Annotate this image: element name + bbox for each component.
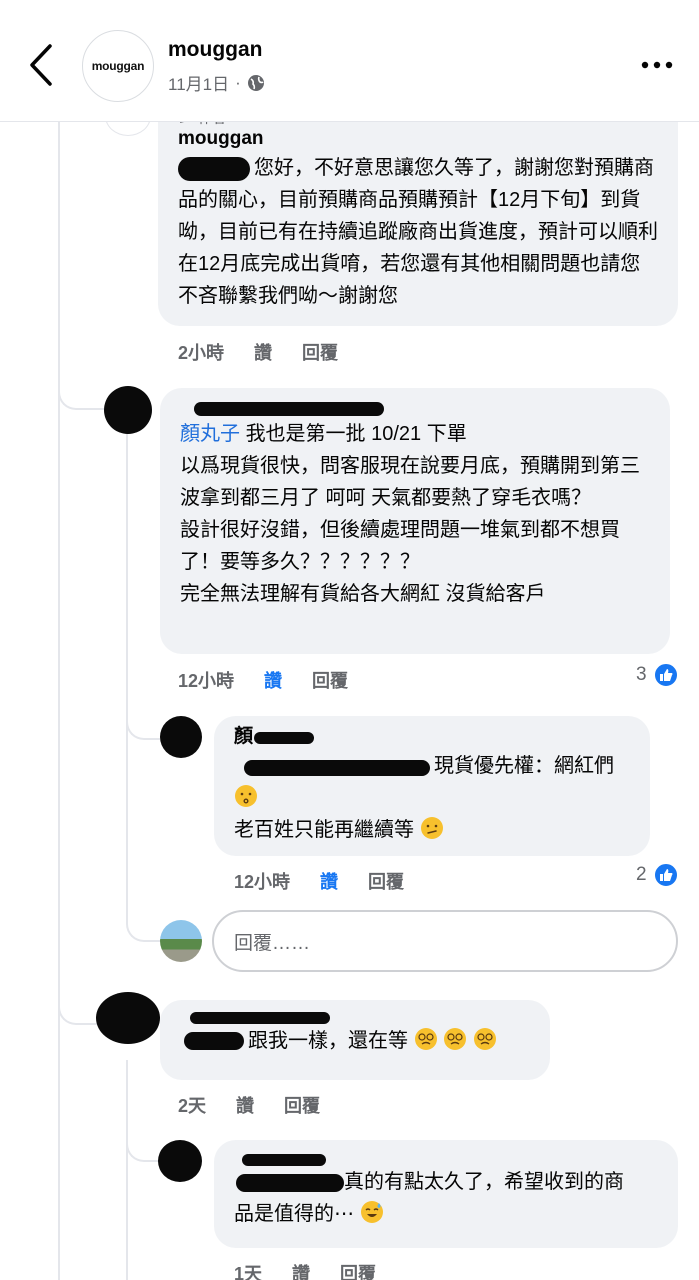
comment-text: 您好，不好意思讓您久等了，謝謝您對預購商品的關心，目前預購商品預購預計【12月下… (178, 157, 658, 307)
redacted-mention (178, 156, 250, 181)
comment-text-line1: 我也是第一批 10/21 下單 (245, 423, 467, 445)
reaction-count: 3 (636, 664, 647, 685)
logo-text: mouggan (91, 59, 145, 73)
meta-separator: · (235, 72, 241, 92)
comment-bubble: 作者 mouggan 您好，不好意思讓您久等了，謝謝您對預購商品的關心，目前預購… (158, 100, 678, 326)
redaction-mark (242, 1154, 326, 1166)
comment-text: 跟我一樣，還在等 (248, 1030, 408, 1052)
page-logo-avatar[interactable]: mouggan (82, 30, 154, 102)
comment-text-line1: 真的有點太久了，希望收到的商 (344, 1171, 624, 1193)
comment-time[interactable]: 12小時 (178, 667, 234, 693)
dizzy-face-emoji-icon (414, 1028, 437, 1050)
thumbs-up-icon (652, 862, 679, 888)
comment-text-wrap: 您好，不好意思讓您久等了，謝謝您對預購商品的關心，目前預購商品預購預計【12月下… (178, 152, 660, 312)
globe-icon (247, 74, 264, 91)
back-arrow-icon[interactable] (22, 40, 62, 90)
dizzy-face-emoji-icon (444, 1028, 467, 1050)
comment-actions: 1天 讚 回覆 (234, 1260, 376, 1280)
thread-line-main (58, 122, 60, 1280)
confused-face-emoji-icon (420, 817, 443, 839)
thread-connector (126, 1130, 160, 1162)
comment-text: 以爲現貨很快，問客服現在說要月底，預購開到第三波拿到都三月了 呵呵 天氣都要熱了… (180, 455, 640, 605)
redaction-mark (254, 732, 314, 744)
avatar-redacted[interactable] (96, 992, 160, 1044)
thread-connector (126, 700, 160, 740)
comment-actions: 2小時 讚 回覆 (178, 339, 338, 365)
comment-text-line2: 品是值得的⋯ (234, 1203, 354, 1225)
comment-bubble: 顏丸子 我也是第一批 10/21 下單 以爲現貨很快，問客服現在說要月底，預購開… (160, 388, 670, 654)
comment-actions: 2天 讚 回覆 (178, 1092, 320, 1118)
author-partial-name[interactable]: 顏 (234, 726, 253, 747)
redaction-mark (194, 402, 384, 416)
post-meta: 11月1日 · (168, 70, 265, 95)
thread-connector (58, 985, 100, 1025)
redacted-author (180, 1008, 532, 1024)
post-header: mouggan mouggan 11月1日 · (0, 0, 699, 122)
redaction-mark (244, 760, 430, 776)
post-date[interactable]: 11月1日 (168, 70, 229, 95)
reply-button[interactable]: 回覆 (340, 1260, 376, 1280)
reaction-count: 2 (636, 864, 647, 885)
avatar-redacted[interactable] (104, 386, 152, 434)
reply-button[interactable]: 回覆 (368, 868, 404, 894)
reaction-summary[interactable]: 3 (636, 662, 679, 688)
avatar-redacted[interactable] (160, 716, 202, 758)
thread-connector (58, 370, 108, 410)
mention-link[interactable]: 顏丸子 (180, 423, 240, 445)
reply-button[interactable]: 回覆 (312, 667, 348, 693)
like-button[interactable]: 讚 (236, 1092, 254, 1118)
reaction-summary[interactable]: 2 (636, 862, 679, 888)
thumbs-up-icon (652, 662, 679, 688)
comment-time[interactable]: 12小時 (234, 868, 290, 894)
like-button[interactable]: 讚 (320, 868, 338, 894)
redaction-mark (184, 1032, 244, 1050)
current-user-avatar[interactable] (160, 920, 202, 962)
like-button[interactable]: 讚 (292, 1260, 310, 1280)
redacted-author (234, 1148, 660, 1166)
reply-input[interactable]: 回覆…… (212, 910, 678, 972)
page-name[interactable]: mouggan (168, 38, 263, 62)
comment-time[interactable]: 2小時 (178, 339, 224, 365)
comment-bubble: 跟我一樣，還在等 (160, 1000, 550, 1080)
redacted-author-name (180, 396, 652, 418)
comment-time[interactable]: 2天 (178, 1092, 206, 1118)
comment-actions: 12小時 讚 回覆 (178, 667, 348, 693)
comment-time[interactable]: 1天 (234, 1260, 262, 1280)
thread-connector (126, 900, 160, 942)
comment-text-line2: 老百姓只能再繼續等 (234, 819, 414, 841)
dizzy-face-emoji-icon (473, 1028, 496, 1050)
reply-button[interactable]: 回覆 (302, 339, 338, 365)
comment-bubble: 真的有點太久了，希望收到的商 品是值得的⋯ (214, 1140, 678, 1248)
comment-author[interactable]: mouggan (178, 126, 660, 152)
comment-actions: 12小時 讚 回覆 (234, 868, 404, 894)
comment-bubble: 顏 現貨優先權：網紅們 老百姓只能再繼續等 (214, 716, 650, 856)
sweat-smile-emoji-icon (360, 1201, 383, 1223)
more-options-icon[interactable] (639, 55, 675, 75)
thread-line-reply (126, 430, 128, 920)
redaction-mark (190, 1012, 330, 1024)
redaction-mark (236, 1174, 344, 1192)
reply-button[interactable]: 回覆 (284, 1092, 320, 1118)
avatar-redacted[interactable] (158, 1140, 202, 1182)
like-button[interactable]: 讚 (254, 339, 272, 365)
comment-text-line1: 現貨優先權：網紅們 (434, 755, 614, 777)
reply-placeholder: 回覆…… (234, 932, 311, 954)
redacted-author: 顏 (234, 724, 632, 750)
like-button[interactable]: 讚 (264, 667, 282, 693)
thread-line-reply (126, 1060, 128, 1280)
kissing-face-emoji-icon (235, 785, 257, 807)
